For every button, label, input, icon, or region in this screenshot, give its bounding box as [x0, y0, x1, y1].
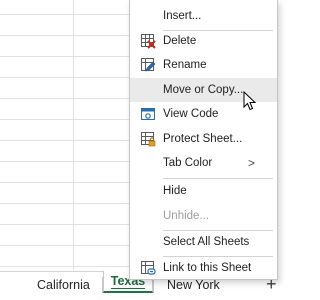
menu-item-label: Rename [163, 59, 207, 71]
menu-item-hide[interactable]: Hide [130, 179, 277, 203]
menu-item-label: Delete [163, 35, 197, 47]
menu-item-label: Tab Color [163, 157, 213, 169]
menu-item-rename[interactable]: Rename [130, 53, 277, 77]
sheet-context-menu: Insert... Delete Rename Move or Copy... [129, 0, 278, 280]
menu-item-label: Link to this Sheet [163, 262, 252, 274]
menu-item-protect-sheet[interactable]: Protect Sheet... [130, 127, 277, 151]
menu-item-label: View Code [163, 108, 219, 120]
link-sheet-icon [141, 261, 156, 275]
menu-item-delete[interactable]: Delete [130, 29, 277, 53]
menu-item-label: Hide [163, 185, 187, 197]
menu-item-insert[interactable]: Insert... [130, 4, 277, 28]
menu-item-label: Insert... [163, 10, 202, 22]
view-code-icon [141, 108, 155, 120]
menu-item-link-to-this-sheet[interactable]: Link to this Sheet [130, 256, 277, 280]
menu-item-label: Unhide... [163, 210, 210, 222]
delete-sheet-icon [141, 34, 156, 49]
sheet-tab-california[interactable]: California [37, 272, 90, 300]
menu-item-tab-color[interactable]: Tab Color > [130, 151, 277, 175]
menu-item-unhide: Unhide... [130, 204, 277, 228]
chevron-right-icon: > [248, 156, 256, 170]
pointer-cursor-icon [243, 91, 257, 111]
menu-item-label: Select All Sheets [163, 236, 250, 248]
rename-icon [141, 58, 156, 72]
protect-sheet-icon [141, 132, 156, 147]
menu-item-select-all-sheets[interactable]: Select All Sheets [130, 230, 277, 254]
menu-item-label: Move or Copy... [163, 84, 244, 96]
menu-item-label: Protect Sheet... [163, 133, 243, 145]
